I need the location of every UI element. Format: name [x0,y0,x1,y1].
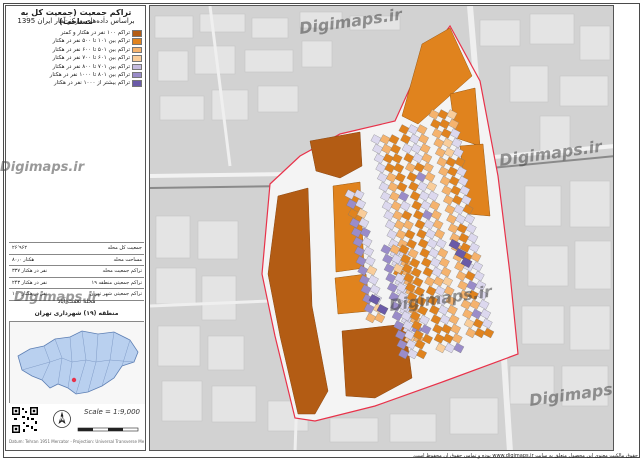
legend-swatch [132,71,142,79]
legend-label: تراکم ۱۰۰ نفر در هکتار و کمتر [60,30,130,36]
projection-credits: Datum: Tehran 1951 Mercator - Projection… [9,439,144,444]
stats-value: ۲۴۳ نفر در هکتار [12,279,48,286]
stats-value: ۲۶٬۹۶۲ [12,245,28,251]
legend-item: تراکم بین ۷۰۱ تا ۸۰۰ نفر در هکتار [9,63,144,71]
legend-item: تراکم بین ۱۰۱ تا ۵۰۰ نفر در هکتار [9,37,144,45]
north-arrow-icon: N [53,410,71,428]
stats-key: تراکم جمعیت محله [102,268,142,274]
stats-key: مساحت محله [113,256,143,263]
district-label: منطقه (۱۹) شهرداری تهران [34,310,119,317]
map-subtitle: براساس داده‌های مرکز آمار ایران 1395 [17,17,135,25]
stats-key: تراکم جمعیتی منطقه ۱۹ [91,279,142,286]
stats-value: ۸۰٫۰ هکتار [12,256,35,263]
map-view[interactable]: Digimaps.ir Digimaps.ir Digimaps.ir Digi… [149,5,614,451]
svg-text:N: N [60,417,64,423]
legend-swatch [132,30,142,37]
legend-item: تراکم ۱۰۰ نفر در هکتار و کمتر [9,29,144,37]
stats-row: جمعیت کل محله ۲۶٬۹۶۲ [9,243,144,255]
qr-code [11,406,39,434]
legend-label: تراکم بین ۵۰۱ تا ۶۰۰ نفر در هکتار [52,46,130,53]
legend-label: تراکم بین ۱۰۱ تا ۵۰۰ نفر در هکتار [52,38,130,45]
stats-key: جمعیت کل محله [107,245,142,251]
legend-swatch [132,80,142,87]
legend-label: تراکم بین ۶۰۱ تا ۷۰۰ نفر در هکتار [52,55,130,62]
footer-copyright: حقوق مالکیت معنوی این محصول متعلق به سای… [412,453,638,459]
watermark: Digimaps.ir [0,160,85,175]
locator-inset-map [9,321,145,404]
legend-swatch [132,63,142,71]
legend-swatch [132,38,142,45]
scale-bar [77,427,139,432]
legend-item: تراکم بیشتر از ۱۰۰۰ نفر در هکتار [9,79,144,87]
legend-label: تراکم بین ۷۰۱ تا ۸۰۰ نفر در هکتار [52,63,130,70]
stats-row: تراکم جمعیتی منطقه ۱۹ ۲۴۳ نفر در هکتار [9,278,144,289]
legend-item: تراکم بین ۶۰۱ تا ۷۰۰ نفر در هکتار [9,54,144,62]
location-marker [71,377,77,383]
legend-item: تراکم بین ۵۰۱ تا ۶۰۰ نفر در هکتار [9,46,144,54]
scale-text: Scale = 1:9,000 [84,408,140,416]
legend-label: تراکم بین ۸۰۱ تا ۱۰۰۰ نفر در هکتار [49,71,130,78]
tehran-locator-map [10,322,145,404]
stats-value: ۳۳۷ نفر در هکتار [12,268,48,274]
stats-row: تراکم جمعیت محله ۳۳۷ نفر در هکتار [9,266,144,278]
legend-item: تراکم بین ۸۰۱ تا ۱۰۰۰ نفر در هکتار [9,71,144,79]
legend-swatch [132,55,142,62]
legend-swatch [132,46,142,54]
watermark: Digimaps.ir [14,290,99,305]
legend-label: تراکم بیشتر از ۱۰۰۰ نفر در هکتار [53,80,130,87]
basemap: Digimaps.ir Digimaps.ir Digimaps.ir Digi… [150,6,613,450]
legend: تراکم ۱۰۰ نفر در هکتار و کمتر تراکم بین … [9,29,144,88]
legend-panel: تراکم جمعیت (جمعیت کل به مساحت) براساس د… [5,5,146,451]
stats-row: مساحت محله ۸۰٫۰ هکتار [9,255,144,266]
